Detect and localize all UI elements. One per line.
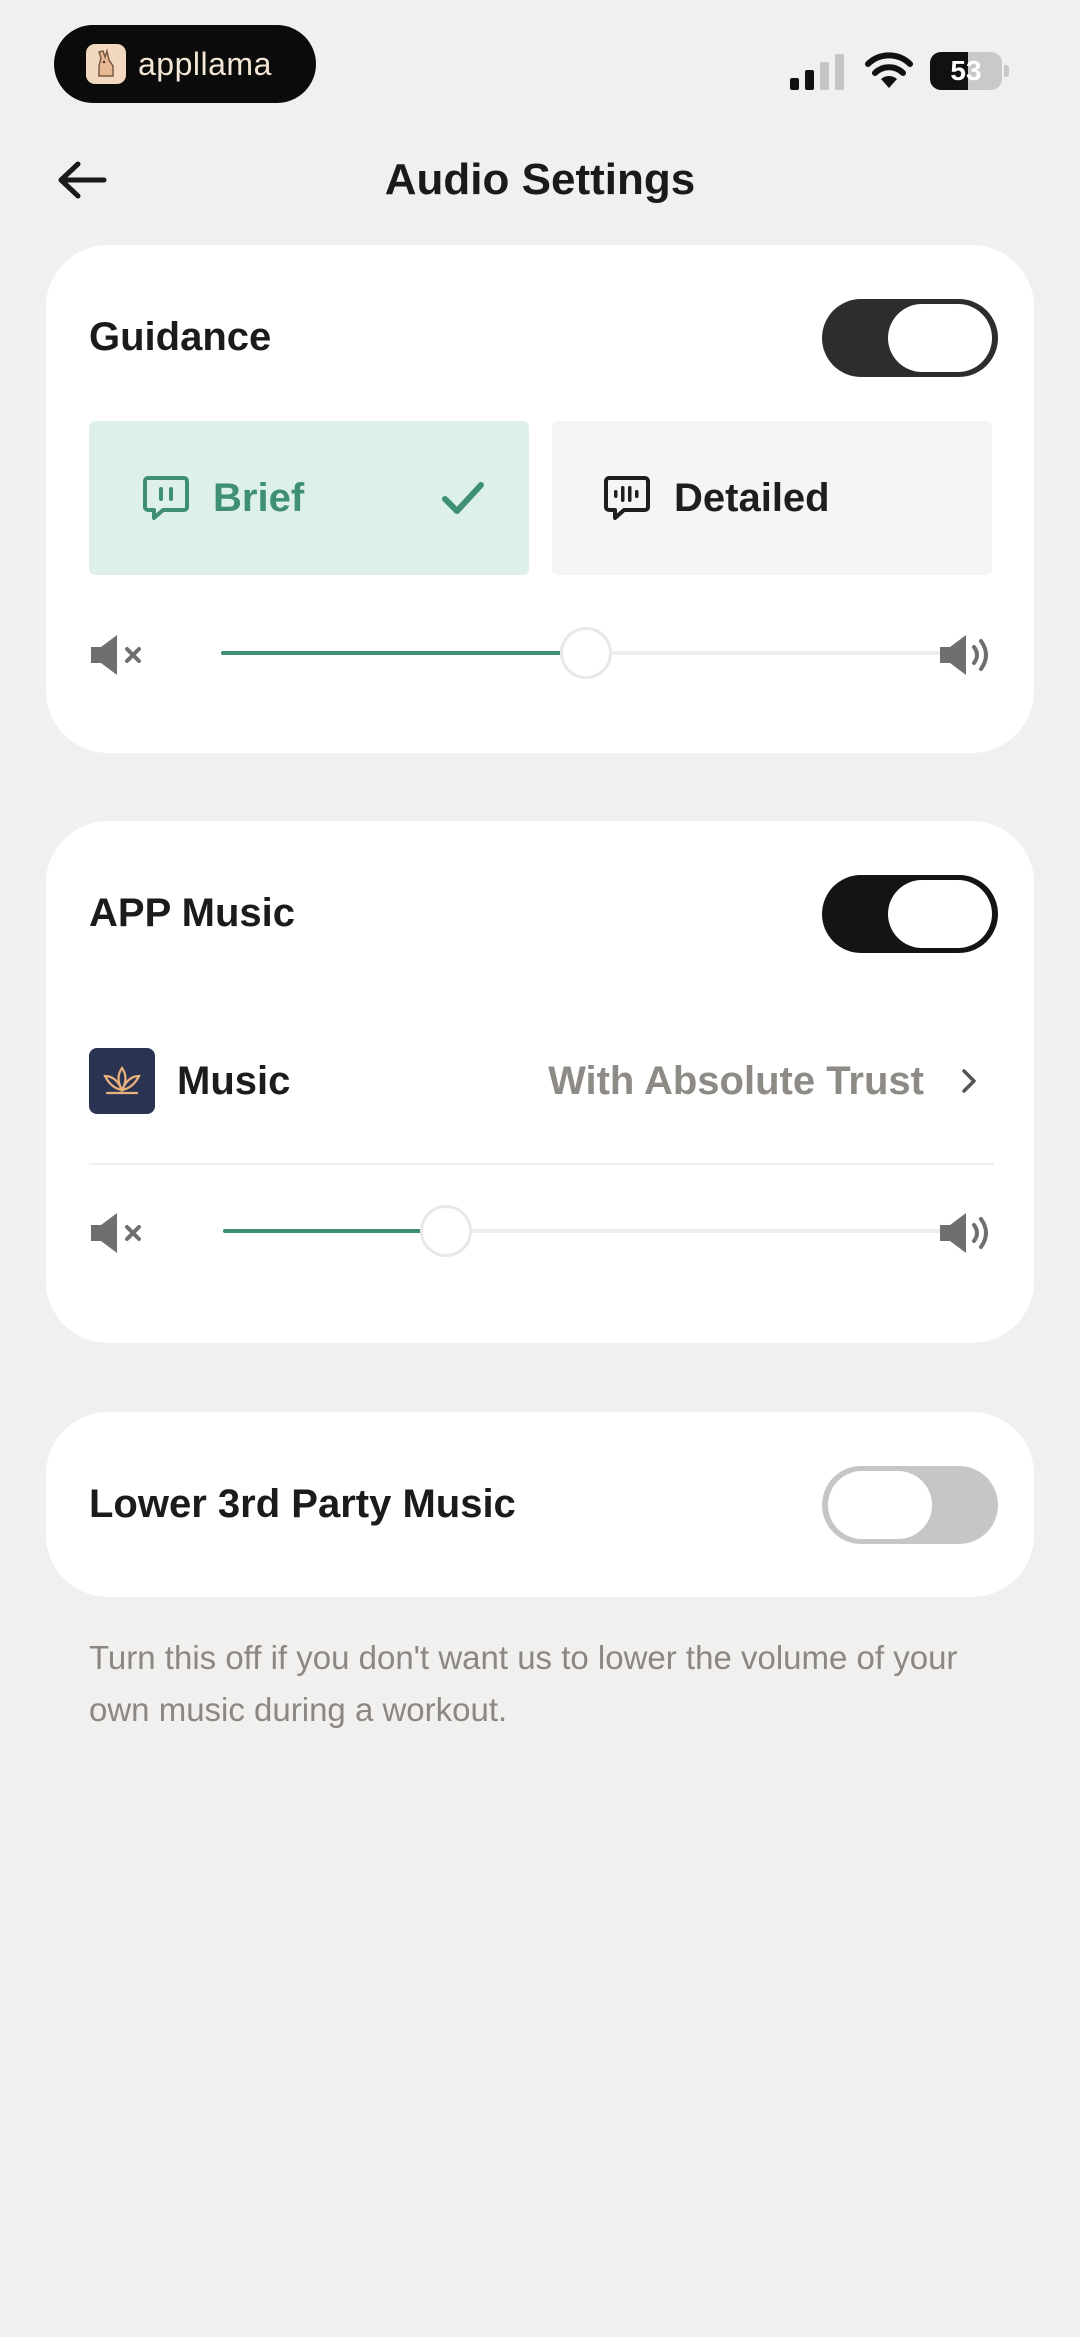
- toggle-knob: [828, 1471, 932, 1539]
- music-label: Music: [177, 1059, 291, 1103]
- battery-icon: 53: [930, 52, 1009, 90]
- mode-brief-label: Brief: [213, 475, 305, 520]
- status-bar: appllama 53: [0, 0, 1080, 120]
- lotus-icon: [89, 1048, 155, 1114]
- volume-max-icon: [940, 1213, 988, 1253]
- speech-bubble-icon: [143, 476, 189, 520]
- guidance-volume-slider[interactable]: [89, 621, 994, 685]
- chevron-right-icon: [962, 1069, 976, 1093]
- header: Audio Settings: [0, 130, 1080, 230]
- page-title: Audio Settings: [384, 155, 696, 204]
- toggle-knob: [888, 880, 992, 948]
- cellular-signal-icon: [790, 54, 844, 90]
- app-name: appllama: [138, 45, 272, 82]
- mode-detailed-label: Detailed: [674, 475, 830, 520]
- music-selected-track: With Absolute Trust: [548, 1059, 924, 1103]
- toggle-knob: [888, 304, 992, 372]
- app-music-volume-track[interactable]: [223, 1205, 943, 1257]
- app-music-volume-fill: [223, 1229, 447, 1233]
- mode-detailed-button[interactable]: Detailed: [552, 421, 992, 575]
- guidance-volume-fill: [221, 651, 586, 655]
- guidance-card: Guidance Brief Detailed: [46, 245, 1034, 753]
- guidance-volume-thumb[interactable]: [560, 627, 612, 679]
- lower-third-party-card: Lower 3rd Party Music: [46, 1412, 1034, 1597]
- volume-max-icon: [940, 635, 988, 675]
- app-music-title: APP Music: [89, 891, 295, 935]
- guidance-volume-track[interactable]: [221, 627, 951, 679]
- guidance-title: Guidance: [89, 315, 272, 359]
- battery-percentage: 53: [950, 55, 982, 86]
- app-music-toggle[interactable]: [822, 875, 998, 953]
- app-music-volume-slider[interactable]: [89, 1199, 994, 1263]
- wifi-icon: [865, 52, 913, 88]
- check-icon: [442, 482, 484, 514]
- app-music-card: APP Music Music With Absolute Trust: [46, 821, 1034, 1343]
- mode-brief-button[interactable]: Brief: [89, 421, 529, 575]
- llama-logo-icon: [86, 44, 126, 84]
- lower-third-party-toggle[interactable]: [822, 1466, 998, 1544]
- back-button[interactable]: [52, 152, 112, 208]
- app-music-volume-thumb[interactable]: [420, 1205, 473, 1257]
- divider: [89, 1163, 994, 1165]
- volume-mute-icon: [91, 635, 141, 675]
- guidance-toggle[interactable]: [822, 299, 998, 377]
- lower-third-party-note: Turn this off if you don't want us to lo…: [89, 1639, 958, 1728]
- speech-bubble-waveform-icon: [604, 476, 650, 520]
- lower-third-party-title: Lower 3rd Party Music: [89, 1482, 516, 1526]
- arrow-left-icon: [58, 161, 107, 199]
- volume-mute-icon: [91, 1213, 141, 1253]
- music-selector-row[interactable]: Music With Absolute Trust: [89, 1046, 994, 1116]
- app-indicator-pill[interactable]: appllama: [54, 25, 316, 103]
